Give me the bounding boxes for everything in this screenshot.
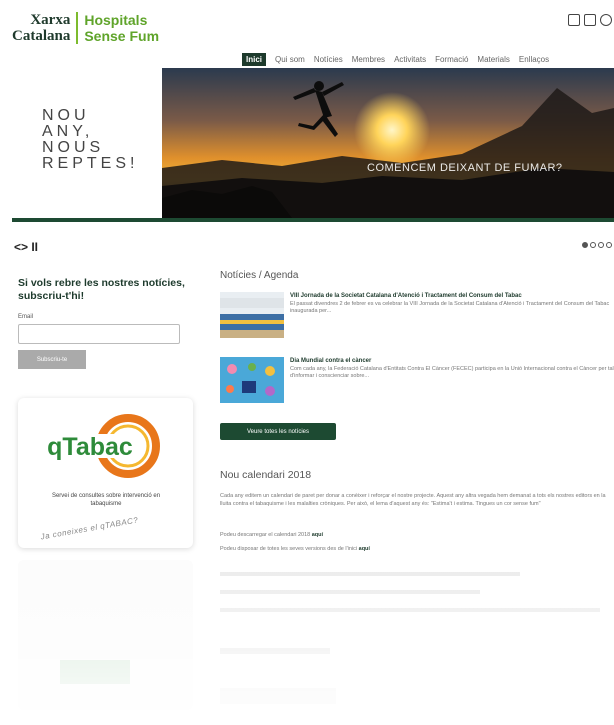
news-title[interactable]: VIII Jornada de la Societat Catalana d'A…: [290, 293, 522, 299]
subscribe-button[interactable]: Subscriu-te: [18, 350, 86, 369]
subscribe-title: Si vols rebre les nostres notícies, subs…: [18, 277, 185, 302]
nav-item-membres[interactable]: Membres: [352, 55, 385, 64]
email-field[interactable]: [18, 324, 180, 344]
qtabac-description: Servei de consultes sobre intervenció en…: [51, 493, 161, 507]
hero-slogan-line: NOUS: [42, 139, 105, 156]
hero-slogan-line: NOU: [42, 107, 90, 124]
logo-word-catalana: Catalana: [12, 28, 71, 44]
page: Xarxa Catalana Hospitals Sense Fum Inici…: [0, 0, 614, 725]
site-logo[interactable]: Xarxa Catalana Hospitals Sense Fum: [12, 12, 159, 44]
reflection-fade: [0, 552, 614, 725]
login-icon[interactable]: [568, 14, 580, 26]
news-thumbnail: [220, 357, 284, 403]
nav-item-activitats[interactable]: Activitats: [394, 55, 426, 64]
news-thumbnail-image: [220, 292, 284, 338]
news-title[interactable]: Dia Mundial contra el càncer: [290, 358, 371, 364]
logo-word-sense-fum: Sense Fum: [84, 28, 160, 44]
calendar-paragraph: Cada any editem un calendari de paret pe…: [220, 493, 606, 507]
calendar-download-text: Podeu descarregar el calendari 2018: [220, 532, 312, 538]
hero-image: COMENCEM DEIXANT DE FUMAR?: [162, 68, 614, 218]
slider-controls[interactable]: <> II: [14, 240, 38, 254]
news-item[interactable]: Dia Mundial contra el càncer Com cada an…: [220, 357, 614, 405]
nav-item-noticies[interactable]: Notícies: [314, 55, 343, 64]
news-thumbnail-image: [220, 357, 284, 403]
calendar-download: Podeu descarregar el calendari 2018 aquí: [220, 531, 614, 539]
nav-item-qui-som[interactable]: Qui som: [275, 55, 305, 64]
nav-item-inici[interactable]: Inici: [242, 53, 267, 66]
logo-word-hospitals: Hospitals: [84, 12, 148, 28]
email-label: Email: [18, 314, 34, 320]
logo-word-xarxa: Xarxa: [30, 12, 71, 28]
all-news-button[interactable]: Veure totes les notícies: [220, 423, 336, 440]
qtabac-logo: qTabac: [46, 414, 160, 478]
nav-item-materials[interactable]: Materials: [477, 55, 509, 64]
slider-dot[interactable]: [590, 242, 596, 248]
calendar-title: Nou calendari 2018: [220, 469, 312, 481]
logo-left: Xarxa Catalana: [12, 12, 76, 44]
slider-dot-active[interactable]: [582, 242, 588, 248]
hero-divider: [12, 218, 614, 222]
hero-slogan-line: ANY,: [42, 123, 94, 140]
qtabac-logo-text: qTabac: [47, 433, 133, 461]
news-excerpt: El passat divendres 2 de febrer es va ce…: [290, 301, 610, 314]
slider-dot[interactable]: [598, 242, 604, 248]
hero-banner[interactable]: NOU ANY, NOUS REPTES! COMENCEM DEIXANT D…: [12, 68, 614, 218]
hero-slogan-line: REPTES!: [42, 155, 139, 172]
cart-icon[interactable]: [584, 14, 596, 26]
main-nav: Inici Qui som Notícies Membres Activitat…: [242, 53, 549, 66]
news-excerpt: Com cada any, la Federació Catalana d'En…: [290, 366, 614, 379]
news-thumbnail: [220, 292, 284, 338]
news-section-title: Notícies / Agenda: [220, 270, 299, 281]
hero-sunset-illustration: [162, 68, 614, 218]
nav-item-enllacos[interactable]: Enllaços: [519, 55, 549, 64]
slider-dot[interactable]: [606, 242, 612, 248]
logo-right: Hospitals Sense Fum: [78, 12, 159, 44]
hero-slogan: NOU ANY, NOUS REPTES!: [42, 108, 138, 172]
hero-caption: COMENCEM DEIXANT DE FUMAR?: [367, 162, 563, 174]
slider-dots: [582, 242, 612, 248]
qtabac-card[interactable]: qTabac Servei de consultes sobre interve…: [18, 398, 193, 548]
nav-item-formacio[interactable]: Formació: [435, 55, 468, 64]
qtabac-handwriting: Ja coneixes el qTABAC?: [39, 515, 139, 542]
news-item[interactable]: VIII Jornada de la Societat Catalana d'A…: [220, 292, 614, 340]
search-icon[interactable]: [600, 14, 612, 26]
top-icons: [568, 14, 612, 26]
calendar-download-link[interactable]: aquí: [312, 532, 323, 538]
